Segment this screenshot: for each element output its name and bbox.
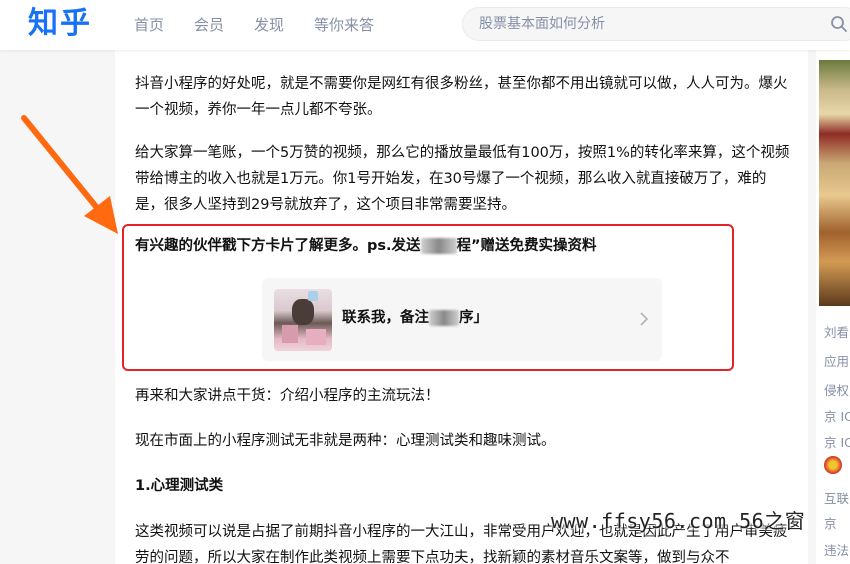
paragraph-dry-goods: 再来和大家讲点干货：介绍小程序的主流玩法！ [135,388,440,404]
sidebar-item-icp-1[interactable]: 京 IC [824,406,850,425]
article-content: 抖音小程序的好处呢，就是不需要你是网红有很多粉丝，甚至你都不用出镜就可以做，人人… [115,50,808,564]
nav-discover[interactable]: 发现 [254,0,284,50]
sidebar-item-icp-2[interactable]: 京 IC [824,432,850,451]
site-watermark: www.ffsy56.com 56之窗 [551,509,806,533]
nav-membership[interactable]: 会员 [194,0,224,50]
sidebar-banner-image[interactable] [819,60,850,306]
card-title: 联系我，备注 序」 [342,307,488,329]
zhihu-logo[interactable]: 知乎 [28,4,92,44]
sidebar-item-jing[interactable]: 京 [824,513,837,532]
search-icon[interactable] [830,15,848,33]
censor-blur [420,238,457,254]
sidebar-item-author[interactable]: 刘看 [824,322,849,341]
right-sidebar: 刘看 应用 侵权 京 IC 京 IC 互联 京 违法 [816,50,850,564]
chevron-right-icon [640,312,649,326]
police-emblem-icon [824,456,842,474]
paragraph-calculation: 给大家算一笔账，一个5万赞的视频，那么它的播放量最低有100万，按照1%的转化率… [135,145,790,213]
sidebar-item-illegal[interactable]: 违法 [824,540,849,559]
arrow-annotation-icon [21,115,118,234]
cta-text: 有兴趣的伙伴戳下方卡片了解更多。ps.发送 程”赠送免费实操资料 [135,233,795,259]
cta-text-part2: 程”赠送免费实操资料 [456,238,597,254]
sidebar-item-app[interactable]: 应用 [824,351,849,370]
paragraph-intro: 抖音小程序的好处呢，就是不需要你是网红有很多粉丝，甚至你都不用出镜就可以做，人人… [135,76,788,118]
card-title-part2: 序」 [459,310,488,326]
section-heading: 1.心理测试类 [135,478,224,494]
top-header: 知乎 首页 会员 发现 等你来答 [0,0,850,50]
search-bar [462,7,850,41]
card-title-part1: 联系我，备注 [342,310,429,326]
sidebar-item-infringement[interactable]: 侵权 [824,380,849,399]
search-input[interactable] [479,8,819,40]
contact-card[interactable]: 联系我，备注 序」 [262,278,662,361]
nav-waiting-answers[interactable]: 等你来答 [314,0,374,50]
censor-blur [429,310,459,326]
main-nav: 首页 会员 发现 等你来答 [134,0,374,50]
avatar [274,289,332,351]
paragraph-mini-program-types: 现在市面上的小程序测试无非就是两种：心理测试类和趣味测试。 [135,433,556,449]
nav-home[interactable]: 首页 [134,0,164,50]
cta-text-part1: 有兴趣的伙伴戳下方卡片了解更多。ps.发送 [135,238,421,254]
sidebar-item-internet[interactable]: 互联 [824,488,849,507]
